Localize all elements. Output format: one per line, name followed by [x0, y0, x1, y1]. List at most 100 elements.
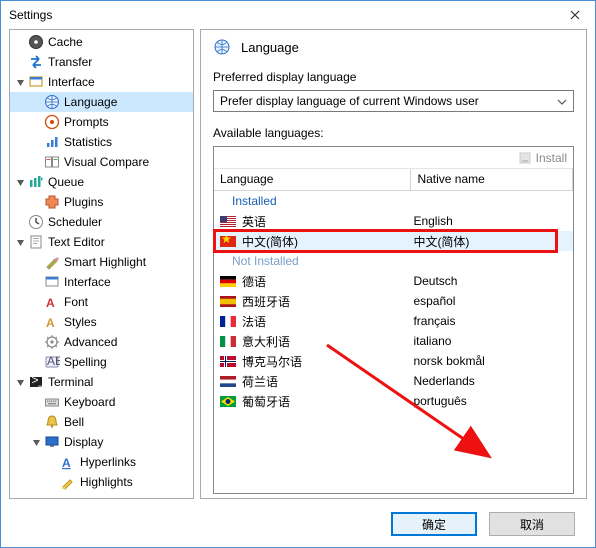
sidebar-item-label: Terminal	[48, 375, 93, 389]
sidebar-item-label: Keyboard	[64, 395, 115, 409]
preferred-language-label: Preferred display language	[213, 70, 574, 84]
sidebar-item-advanced[interactable]: Advanced	[10, 332, 193, 352]
preferred-language-select[interactable]: Prefer display language of current Windo…	[213, 90, 574, 112]
language-name: 德语	[242, 273, 411, 290]
sidebar-item-label: Language	[64, 95, 117, 109]
flag-icon	[220, 356, 236, 367]
languages-list: Install Language Native name Installed英语…	[213, 146, 574, 494]
language-name: 西班牙语	[242, 293, 411, 310]
sidebar-item-language[interactable]: Language	[10, 92, 193, 112]
tree-toggle-icon	[46, 456, 58, 468]
native-name: Deutsch	[411, 274, 573, 288]
tree-toggle-icon	[30, 136, 42, 148]
sidebar-item-label: Spelling	[64, 355, 107, 369]
display-icon	[44, 434, 60, 450]
sidebar-item-plugins[interactable]: Plugins	[10, 192, 193, 212]
flag-icon	[220, 216, 236, 227]
language-row[interactable]: 法语français	[214, 311, 573, 331]
sidebar-item-label: Scheduler	[48, 215, 102, 229]
sidebar-item-statistics[interactable]: Statistics	[10, 132, 193, 152]
sidebar-item-styles[interactable]: AStyles	[10, 312, 193, 332]
sidebar-item-label: Font	[64, 295, 88, 309]
advanced-icon	[44, 334, 60, 350]
language-name: 葡萄牙语	[242, 393, 411, 410]
plugins-icon	[44, 194, 60, 210]
native-name: norsk bokmål	[411, 354, 573, 368]
sidebar-item-hyperlinks[interactable]: AHyperlinks	[10, 452, 193, 472]
sidebar-item-smart-highlight[interactable]: Smart Highlight	[10, 252, 193, 272]
sidebar-item-display[interactable]: Display	[10, 432, 193, 452]
language-row[interactable]: 意大利语italiano	[214, 331, 573, 351]
smart-icon	[44, 254, 60, 270]
list-body[interactable]: Installed英语English★中文(简体)中文(简体)Not Insta…	[214, 191, 573, 493]
tree-toggle-icon	[14, 176, 26, 188]
language-row[interactable]: 西班牙语español	[214, 291, 573, 311]
sidebar-item-label: Bell	[64, 415, 84, 429]
flag-icon	[220, 276, 236, 287]
sidebar-item-interface[interactable]: Interface	[10, 72, 193, 92]
sidebar-item-visual-compare[interactable]: Visual Compare	[10, 152, 193, 172]
sidebar-item-transfer[interactable]: Transfer	[10, 52, 193, 72]
tree-toggle-icon	[14, 56, 26, 68]
font-icon: A	[44, 294, 60, 310]
sidebar-item-terminal[interactable]: >_Terminal	[10, 372, 193, 392]
svg-text:ABC: ABC	[47, 354, 60, 368]
close-button[interactable]	[555, 1, 595, 29]
native-name: Nederlands	[411, 374, 573, 388]
native-name: português	[411, 394, 573, 408]
interface-icon	[28, 74, 44, 90]
sidebar-item-keyboard[interactable]: Keyboard	[10, 392, 193, 412]
language-row[interactable]: ★中文(简体)中文(简体)	[214, 231, 573, 251]
tree-toggle-icon	[30, 336, 42, 348]
globe-icon	[213, 38, 231, 56]
tree-toggle-icon	[30, 356, 42, 368]
ok-button[interactable]: 确定	[391, 512, 477, 536]
queue-icon	[28, 174, 44, 190]
tree-toggle-icon	[30, 396, 42, 408]
tree-toggle-icon	[14, 216, 26, 228]
preferred-language-value: Prefer display language of current Windo…	[220, 94, 479, 108]
bell-icon	[44, 414, 60, 430]
texteditor-icon	[28, 234, 44, 250]
group-header: Not Installed	[214, 251, 573, 271]
install-button[interactable]: Install	[214, 147, 573, 169]
sidebar-tree[interactable]: CacheTransfer Interface Language Prompts Sta…	[9, 29, 194, 499]
scheduler-icon	[28, 214, 44, 230]
sidebar-item-text-editor[interactable]: Text Editor	[10, 232, 193, 252]
language-row[interactable]: 德语Deutsch	[214, 271, 573, 291]
cancel-button[interactable]: 取消	[489, 512, 575, 536]
tree-toggle-icon	[30, 316, 42, 328]
sidebar-item-cache[interactable]: Cache	[10, 32, 193, 52]
column-language[interactable]: Language	[214, 169, 411, 191]
tree-toggle-icon	[30, 156, 42, 168]
stats-icon	[44, 134, 60, 150]
native-name: 中文(简体)	[411, 233, 573, 250]
sidebar-item-label: Plugins	[64, 195, 103, 209]
language-row[interactable]: 英语English	[214, 211, 573, 231]
sidebar-item-label: Interface	[48, 75, 95, 89]
sidebar-item-prompts[interactable]: Prompts	[10, 112, 193, 132]
sidebar-item-scheduler[interactable]: Scheduler	[10, 212, 193, 232]
sidebar-item-label: Prompts	[64, 115, 109, 129]
sidebar-item-label: Interface	[64, 275, 111, 289]
flag-icon	[220, 296, 236, 307]
close-icon	[570, 10, 580, 20]
sidebar-item-spelling[interactable]: ABC Spelling	[10, 352, 193, 372]
sidebar-item-bell[interactable]: Bell	[10, 412, 193, 432]
sidebar-item-font[interactable]: A Font	[10, 292, 193, 312]
language-row[interactable]: 荷兰语Nederlands	[214, 371, 573, 391]
language-row[interactable]: 博克马尔语norsk bokmål	[214, 351, 573, 371]
tree-toggle-icon	[14, 36, 26, 48]
native-name: français	[411, 314, 573, 328]
tree-toggle-icon	[30, 116, 42, 128]
native-name: español	[411, 294, 573, 308]
tree-toggle-icon	[14, 76, 26, 88]
column-native-name[interactable]: Native name	[411, 169, 573, 191]
sidebar-item-highlights[interactable]: Highlights	[10, 472, 193, 492]
tree-toggle-icon	[30, 436, 42, 448]
sidebar-item-interface[interactable]: Interface	[10, 272, 193, 292]
settings-window: Settings CacheTransfer Interface Language P…	[0, 0, 596, 548]
titlebar: Settings	[1, 1, 595, 29]
language-row[interactable]: 葡萄牙语português	[214, 391, 573, 411]
sidebar-item-queue[interactable]: Queue	[10, 172, 193, 192]
